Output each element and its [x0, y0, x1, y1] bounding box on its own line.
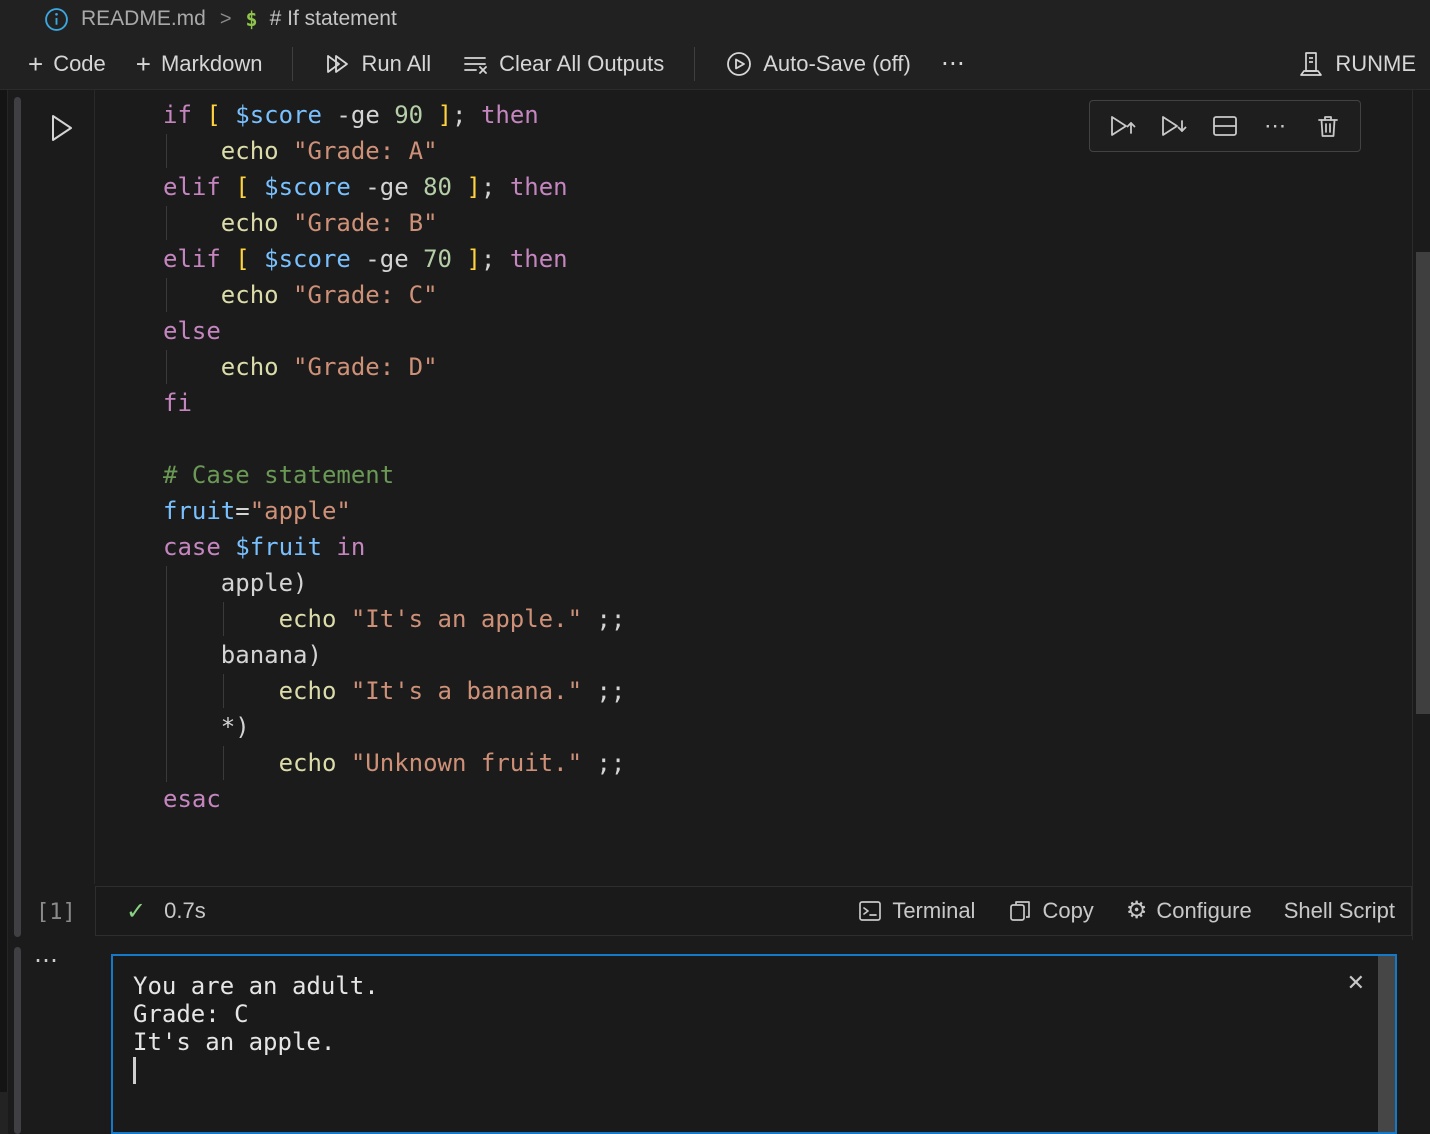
language-mode-picker[interactable]: Shell Script — [1284, 898, 1395, 924]
clear-all-outputs-button[interactable]: Clear All Outputs — [461, 50, 664, 78]
indent-guide — [166, 566, 167, 782]
code-line: if [ $score -ge 90 ]; then — [163, 97, 625, 133]
output-more-actions-button[interactable]: ⋯ — [34, 946, 61, 975]
code-line: fruit="apple" — [163, 493, 625, 529]
breadcrumb-file[interactable]: README.md — [81, 7, 206, 31]
execution-duration: 0.7s — [164, 898, 206, 924]
runme-label: RUNME — [1335, 51, 1416, 77]
code-line: case $fruit in — [163, 529, 625, 565]
breadcrumb-shell-symbol: $ — [246, 7, 258, 31]
code-line — [163, 853, 625, 889]
indent-guide — [166, 134, 167, 168]
code-line: echo "Grade: B" — [163, 205, 625, 241]
left-edge-strip — [0, 90, 8, 1134]
close-output-icon[interactable]: ✕ — [1347, 970, 1365, 996]
run-all-icon — [323, 50, 351, 78]
toolbar-separator — [292, 47, 293, 81]
runme-button[interactable]: RUNME — [1297, 50, 1416, 78]
code-line: echo "Grade: D" — [163, 349, 625, 385]
auto-save-button[interactable]: Auto-Save (off) — [725, 50, 911, 78]
plus-icon: + — [28, 51, 43, 77]
indent-guide — [166, 350, 167, 384]
add-markdown-label: Markdown — [161, 51, 262, 77]
indent-guide — [223, 746, 224, 780]
editor-right-border — [1412, 90, 1413, 940]
code-line: fi — [163, 385, 625, 421]
indent-guide — [223, 674, 224, 708]
split-cell-button[interactable] — [1203, 104, 1247, 148]
output-focus-bar[interactable] — [14, 947, 21, 1134]
code-line: echo "It's an apple." ;; — [163, 601, 625, 637]
code-line: echo "Grade: C" — [163, 277, 625, 313]
code-line: echo "Grade: A" — [163, 133, 625, 169]
clear-all-outputs-icon — [461, 50, 489, 78]
output-text[interactable]: You are an adult.Grade: CIt's an apple. — [133, 972, 379, 1084]
delete-cell-button[interactable] — [1306, 104, 1350, 148]
run-all-label: Run All — [361, 51, 431, 77]
code-line: *) — [163, 709, 625, 745]
code-editor[interactable]: if [ $score -ge 90 ]; then echo "Grade: … — [163, 97, 625, 889]
runme-icon — [1297, 50, 1325, 78]
add-code-cell-button[interactable]: + Code — [28, 51, 106, 77]
clear-all-outputs-label: Clear All Outputs — [499, 51, 664, 77]
output-scrollbar[interactable] — [1378, 956, 1395, 1132]
cell-left-border — [94, 90, 95, 884]
code-line: echo "Unknown fruit." ;; — [163, 745, 625, 781]
code-line: echo "It's a banana." ;; — [163, 673, 625, 709]
copy-button[interactable]: Copy — [1007, 898, 1093, 924]
execution-count: [1] — [36, 900, 76, 925]
cell-toolbar: ⋯ — [1089, 100, 1361, 152]
auto-save-label: Auto-Save (off) — [763, 51, 911, 77]
code-line: elif [ $score -ge 70 ]; then — [163, 241, 625, 277]
code-line — [163, 421, 625, 457]
terminal-icon — [857, 898, 883, 924]
terminal-cursor — [133, 1057, 136, 1084]
code-line — [163, 817, 625, 853]
plus-icon: + — [136, 51, 151, 77]
notebook-body: [1] if [ $score -ge 90 ]; then echo "Gra… — [0, 90, 1430, 1134]
info-icon[interactable] — [44, 7, 69, 32]
output-terminal[interactable]: ✕ You are an adult.Grade: CIt's an apple… — [111, 954, 1397, 1134]
configure-label: Configure — [1156, 898, 1251, 924]
toolbar-more-actions-button[interactable]: ⋯ — [941, 49, 969, 78]
add-markdown-cell-button[interactable]: + Markdown — [136, 51, 263, 77]
success-check-icon: ✓ — [126, 897, 146, 926]
configure-button[interactable]: ⚙ Configure — [1126, 898, 1252, 924]
language-label: Shell Script — [1284, 898, 1395, 924]
execute-above-button[interactable] — [1100, 104, 1144, 148]
cell-focus-bar[interactable] — [14, 97, 21, 937]
run-cell-button[interactable] — [44, 108, 78, 148]
cell-more-actions-button[interactable]: ⋯ — [1255, 104, 1299, 148]
code-line: elif [ $score -ge 80 ]; then — [163, 169, 625, 205]
breadcrumb: README.md > $ # If statement — [0, 0, 1430, 38]
gear-icon: ⚙ — [1126, 899, 1148, 923]
code-line: else — [163, 313, 625, 349]
notebook-window: README.md > $ # If statement + Code + Ma… — [0, 0, 1430, 1134]
code-line: apple) — [163, 565, 625, 601]
add-code-label: Code — [53, 51, 106, 77]
breadcrumb-chevron-icon: > — [220, 8, 232, 31]
notebook-toolbar: + Code + Markdown Run All — [0, 38, 1430, 90]
left-edge-scrollbar[interactable] — [0, 1092, 8, 1134]
toolbar-separator — [694, 47, 695, 81]
breadcrumb-section[interactable]: # If statement — [270, 7, 397, 31]
editor-scrollbar[interactable] — [1416, 252, 1430, 714]
execute-below-button[interactable] — [1151, 104, 1195, 148]
terminal-button[interactable]: Terminal — [857, 898, 975, 924]
indent-guide — [166, 206, 167, 240]
code-line: banana) — [163, 637, 625, 673]
auto-save-icon — [725, 50, 753, 78]
code-line: esac — [163, 781, 625, 817]
indent-guide — [223, 602, 224, 636]
output-line: Grade: C — [133, 1000, 379, 1028]
cell-status-bar: ✓ 0.7s Terminal — [95, 886, 1412, 936]
indent-guide — [166, 278, 167, 312]
run-all-button[interactable]: Run All — [323, 50, 431, 78]
code-line: # Case statement — [163, 457, 625, 493]
terminal-label: Terminal — [892, 898, 975, 924]
copy-icon — [1007, 898, 1033, 924]
copy-label: Copy — [1042, 898, 1093, 924]
output-line: It's an apple. — [133, 1028, 379, 1056]
output-line: You are an adult. — [133, 972, 379, 1000]
